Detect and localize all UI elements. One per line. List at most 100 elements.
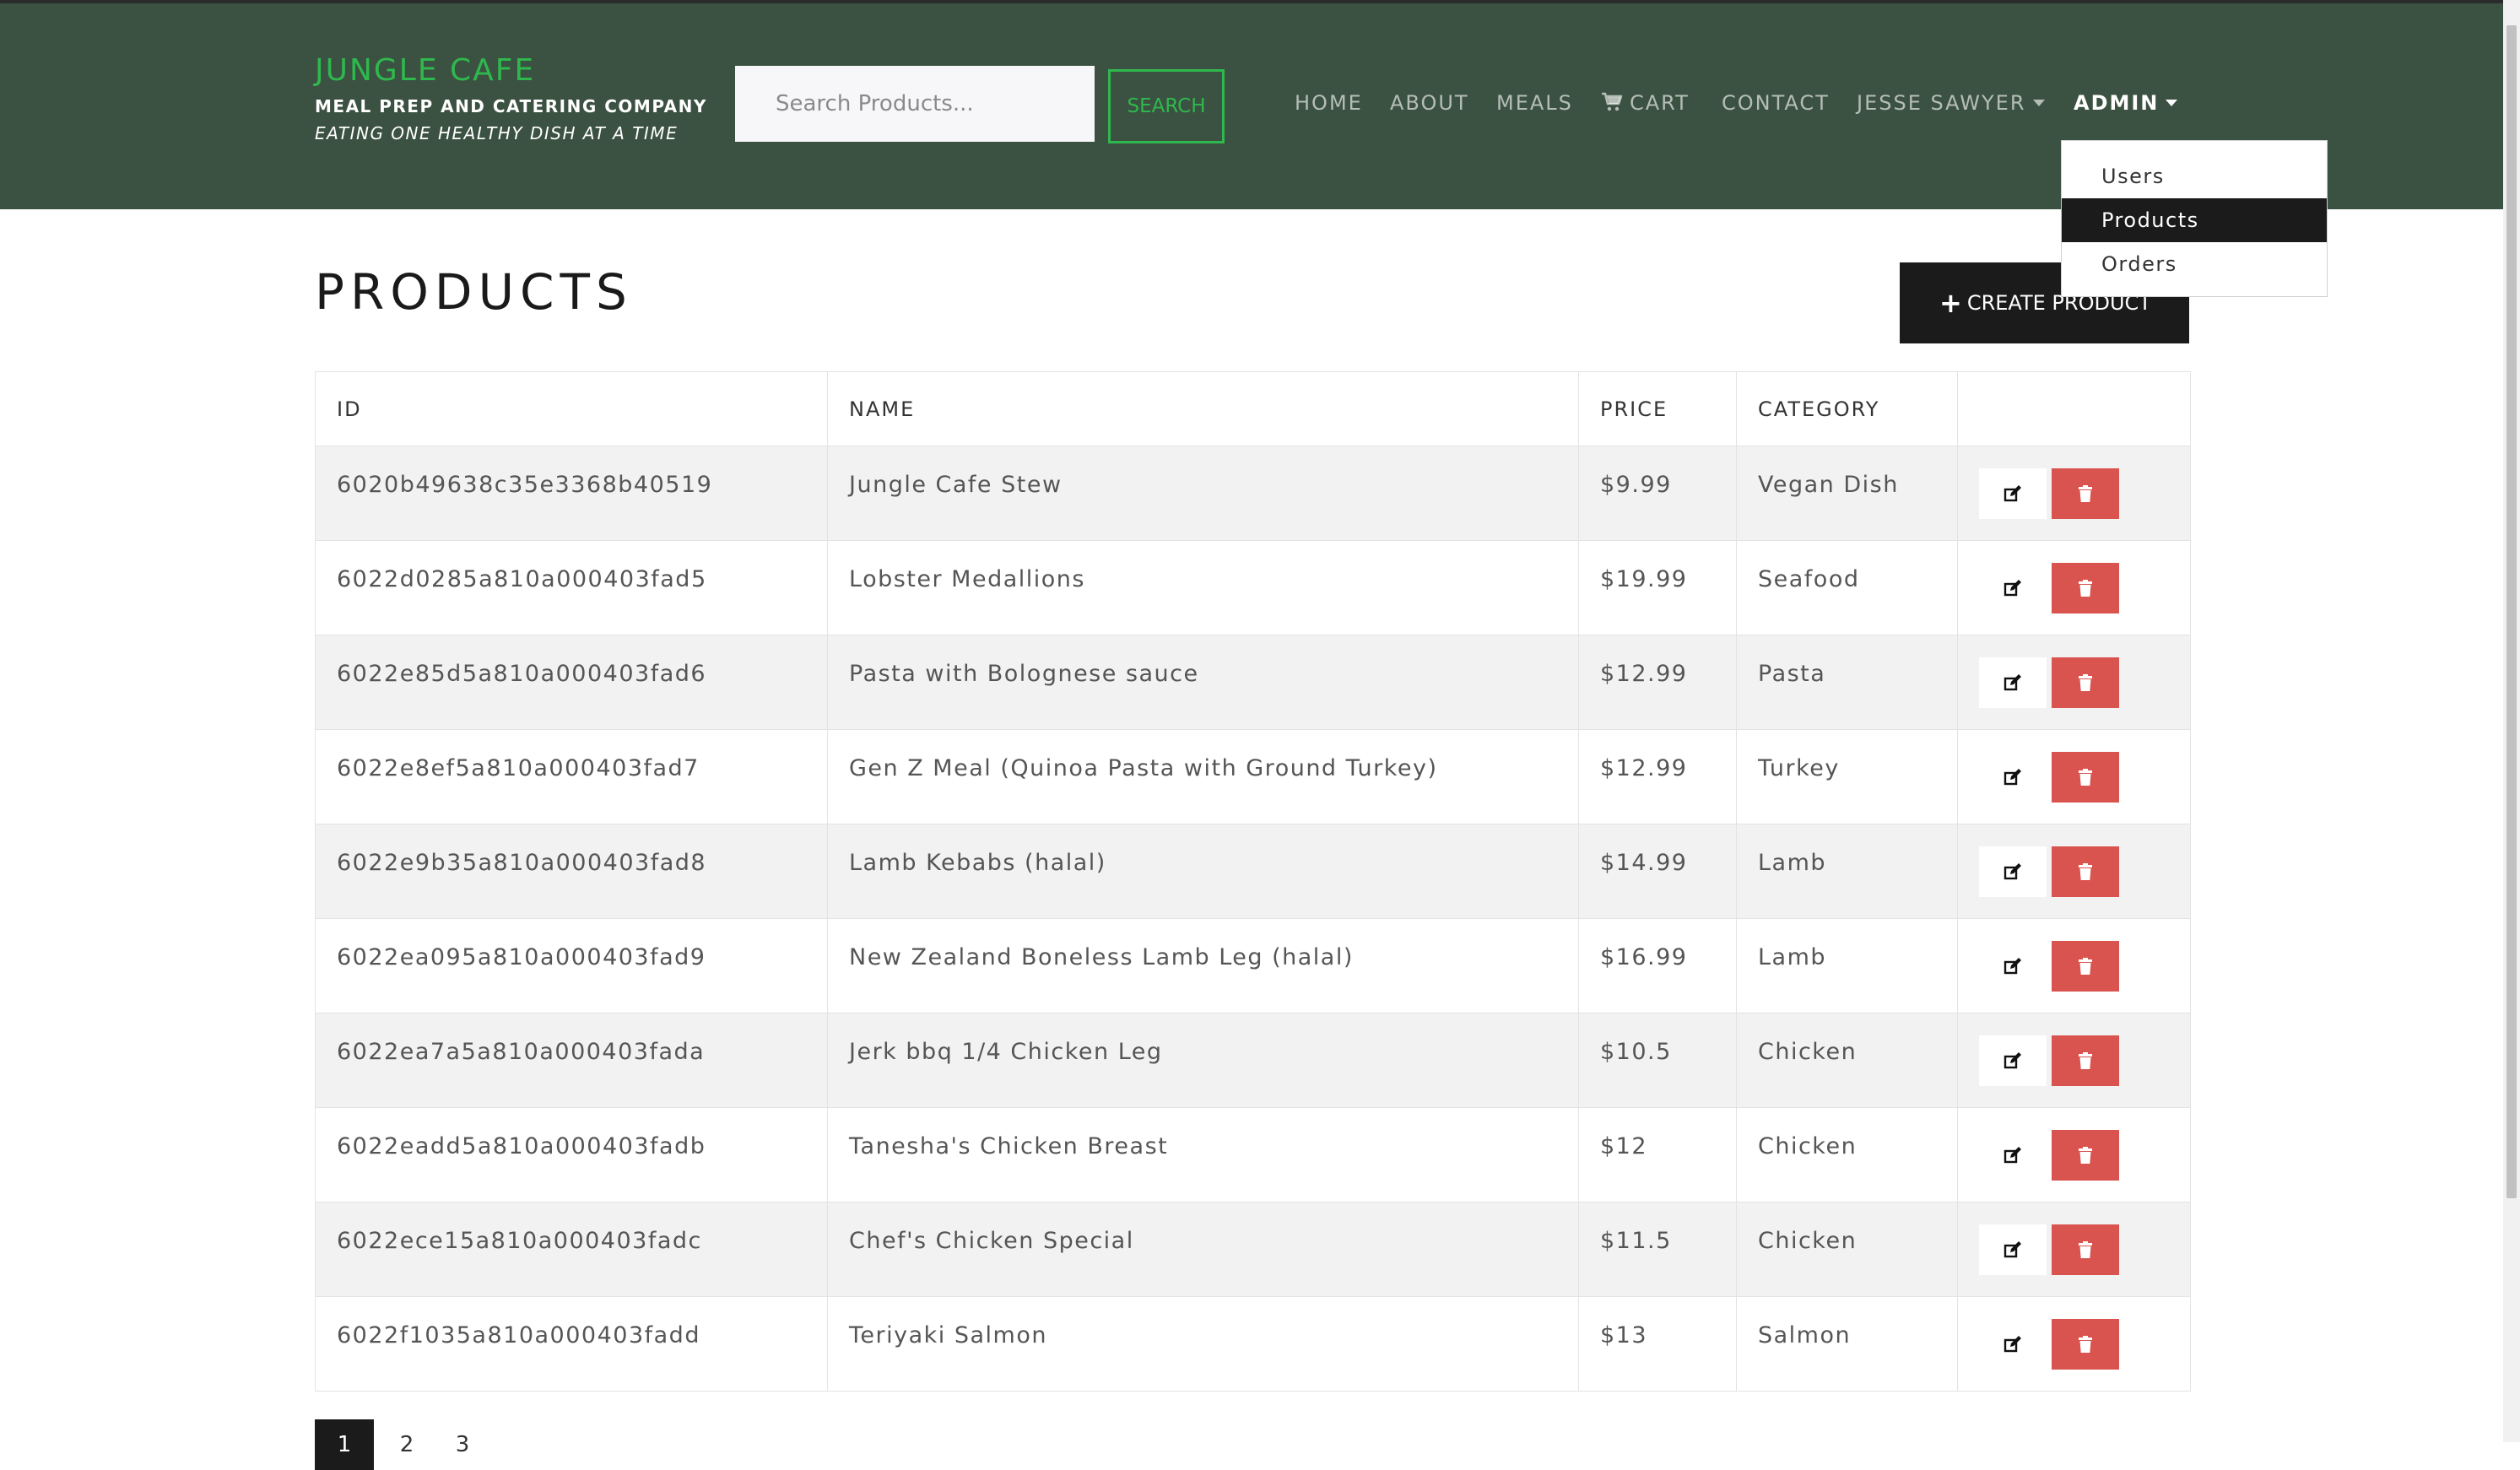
cell-category: Lamb	[1736, 918, 1958, 1013]
cell-actions	[1957, 446, 2191, 541]
cell-id: 6022e8ef5a810a000403fad7	[315, 729, 828, 824]
nav-admin-dropdown[interactable]: ADMIN	[2074, 91, 2178, 115]
cell-actions	[1957, 1013, 2191, 1108]
edit-icon	[2004, 769, 2021, 786]
edit-button[interactable]	[1979, 1224, 2047, 1275]
page-link-1[interactable]: 1	[315, 1419, 374, 1470]
scrollbar[interactable]	[2503, 0, 2520, 1442]
cell-id: 6022d0285a810a000403fad5	[315, 540, 828, 635]
cell-id: 6022e85d5a810a000403fad6	[315, 635, 828, 730]
trash-icon	[2079, 1336, 2092, 1353]
cell-price: $12	[1578, 1107, 1737, 1202]
table-row: 6022ece15a810a000403fadc Chef's Chicken S…	[315, 1202, 2191, 1297]
shopping-cart-icon	[1602, 92, 1623, 111]
edit-icon	[2004, 863, 2021, 880]
cell-id: 6022ea7a5a810a000403fada	[315, 1013, 828, 1108]
plus-icon: +	[1939, 287, 1962, 319]
edit-button[interactable]	[1979, 563, 2047, 613]
cell-price: $14.99	[1578, 824, 1737, 919]
table-row: 6022f1035a810a000403fadd Teriyaki Salmon $…	[315, 1296, 2191, 1392]
cell-category: Lamb	[1736, 824, 1958, 919]
delete-button[interactable]	[2052, 563, 2119, 613]
header-price: PRICE	[1578, 371, 1737, 446]
cell-name: Jungle Cafe Stew	[827, 446, 1579, 541]
cell-category: Turkey	[1736, 729, 1958, 824]
delete-button[interactable]	[2052, 1319, 2119, 1370]
search-button[interactable]: SEARCH	[1108, 69, 1225, 143]
trash-icon	[2079, 1052, 2092, 1069]
delete-button[interactable]	[2052, 752, 2119, 803]
cell-name: Teriyaki Salmon	[827, 1296, 1579, 1392]
trash-icon	[2079, 958, 2092, 975]
cell-id: 6022e9b35a810a000403fad8	[315, 824, 828, 919]
cell-price: $12.99	[1578, 635, 1737, 730]
edit-button[interactable]	[1979, 468, 2047, 519]
edit-button[interactable]	[1979, 657, 2047, 708]
cell-category: Chicken	[1736, 1013, 1958, 1108]
nav-about[interactable]: ABOUT	[1390, 91, 1469, 115]
nav-user-label: JESSE SAWYER	[1857, 91, 2026, 115]
cell-name: Lobster Medallions	[827, 540, 1579, 635]
cell-actions	[1957, 1296, 2191, 1392]
edit-button[interactable]	[1979, 1130, 2047, 1181]
cell-name: Tanesha's Chicken Breast	[827, 1107, 1579, 1202]
nav-cart-label: CART	[1630, 91, 1690, 115]
cell-category: Salmon	[1736, 1296, 1958, 1392]
trash-icon	[2079, 674, 2092, 691]
page-link-2[interactable]: 2	[394, 1419, 419, 1470]
nav-user-dropdown[interactable]: JESSE SAWYER	[1857, 91, 2045, 115]
nav-home[interactable]: HOME	[1295, 91, 1363, 115]
delete-button[interactable]	[2052, 1130, 2119, 1181]
cell-price: $11.5	[1578, 1202, 1737, 1297]
cell-category: Seafood	[1736, 540, 1958, 635]
table-row: 6022eadd5a810a000403fadb Tanesha's Chicke…	[315, 1107, 2191, 1202]
edit-button[interactable]	[1979, 752, 2047, 803]
cell-price: $19.99	[1578, 540, 1737, 635]
delete-button[interactable]	[2052, 1035, 2119, 1086]
edit-button[interactable]	[1979, 846, 2047, 897]
brand[interactable]: JUNGLE CAFE MEAL PREP AND CATERING COMPA…	[315, 52, 707, 143]
cell-name: New Zealand Boneless Lamb Leg (halal)	[827, 918, 1579, 1013]
delete-button[interactable]	[2052, 846, 2119, 897]
admin-dropdown-menu: Users Products Orders	[2061, 140, 2328, 297]
table-row: 6022ea095a810a000403fad9 New Zealand Bone…	[315, 918, 2191, 1013]
trash-icon	[2079, 485, 2092, 502]
nav-admin-label: ADMIN	[2074, 91, 2160, 115]
cell-category: Vegan Dish	[1736, 446, 1958, 541]
cell-name: Pasta with Bolognese sauce	[827, 635, 1579, 730]
table-row: 6022e85d5a810a000403fad6 Pasta with Bolog…	[315, 635, 2191, 730]
edit-icon	[2004, 958, 2021, 975]
cell-actions	[1957, 1202, 2191, 1297]
cell-id: 6022f1035a810a000403fadd	[315, 1296, 828, 1392]
admin-menu-products[interactable]: Products	[2062, 198, 2327, 242]
cell-name: Gen Z Meal (Quinoa Pasta with Ground Tur…	[827, 729, 1579, 824]
cell-name: Jerk bbq 1/4 Chicken Leg	[827, 1013, 1579, 1108]
edit-button[interactable]	[1979, 941, 2047, 992]
cell-actions	[1957, 824, 2191, 919]
header-id: ID	[315, 371, 828, 446]
trash-icon	[2079, 1241, 2092, 1258]
edit-button[interactable]	[1979, 1035, 2047, 1086]
delete-button[interactable]	[2052, 468, 2119, 519]
page-link-3[interactable]: 3	[450, 1419, 475, 1470]
admin-menu-orders[interactable]: Orders	[2062, 242, 2327, 286]
edit-button[interactable]	[1979, 1319, 2047, 1370]
chevron-down-icon	[2166, 100, 2178, 106]
cell-name: Chef's Chicken Special	[827, 1202, 1579, 1297]
nav-meals[interactable]: MEALS	[1496, 91, 1573, 115]
nav-cart[interactable]: CART	[1601, 91, 1690, 115]
cell-category: Chicken	[1736, 1202, 1958, 1297]
search-input[interactable]	[735, 66, 1095, 142]
nav-contact[interactable]: CONTACT	[1722, 91, 1830, 115]
delete-button[interactable]	[2052, 941, 2119, 992]
edit-icon	[2004, 674, 2021, 691]
scrollbar-thumb[interactable]	[2506, 25, 2517, 1198]
brand-tagline: EATING ONE HEALTHY DISH AT A TIME	[315, 123, 679, 143]
brand-name[interactable]: JUNGLE CAFE	[315, 52, 707, 89]
admin-menu-users[interactable]: Users	[2062, 154, 2327, 198]
cell-category: Chicken	[1736, 1107, 1958, 1202]
cell-actions	[1957, 1107, 2191, 1202]
edit-icon	[2004, 1241, 2021, 1258]
delete-button[interactable]	[2052, 1224, 2119, 1275]
delete-button[interactable]	[2052, 657, 2119, 708]
